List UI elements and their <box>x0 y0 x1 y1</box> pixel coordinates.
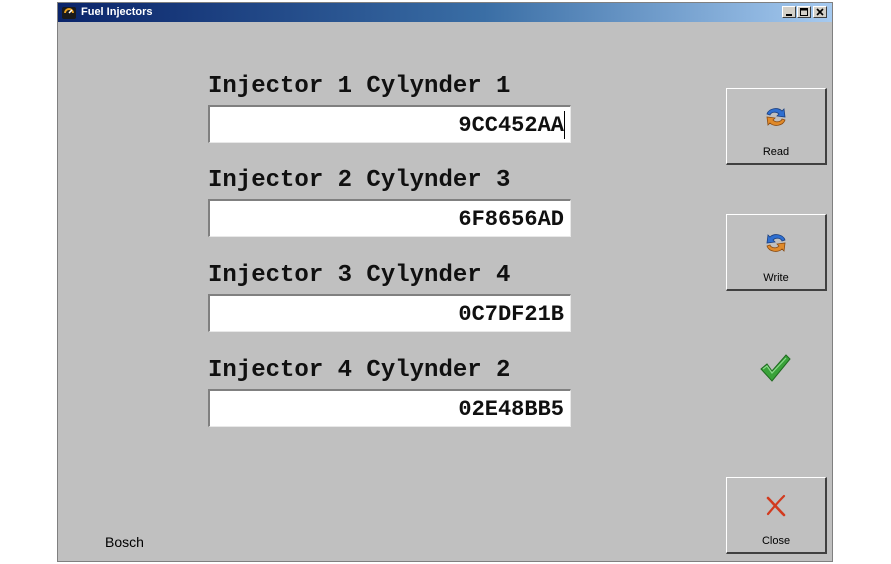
injector-4-label: Injector 4 Cylynder 2 <box>208 357 511 384</box>
fuel-injectors-window: Fuel Injectors Injector 1 Cylynder 1 9CC… <box>57 2 833 562</box>
text-caret <box>564 111 565 139</box>
manufacturer-label: Bosch <box>105 534 144 550</box>
app-logo-icon <box>62 6 76 19</box>
injector-3-label: Injector 3 Cylynder 4 <box>208 262 511 289</box>
close-icon <box>816 8 824 16</box>
maximize-icon <box>800 8 808 16</box>
read-button[interactable]: Read <box>726 88 827 165</box>
injector-3-code-field[interactable]: 0C7DF21B <box>208 294 571 332</box>
read-arrows-icon <box>762 103 790 131</box>
write-button[interactable]: Write <box>726 214 827 291</box>
injector-3-code: 0C7DF21B <box>458 302 564 327</box>
window-close-button[interactable] <box>813 6 827 18</box>
injector-2-code: 6F8656AD <box>458 207 564 232</box>
injector-2-label: Injector 2 Cylynder 3 <box>208 167 511 194</box>
injector-2-code-field[interactable]: 6F8656AD <box>208 199 571 237</box>
read-button-label: Read <box>762 146 790 158</box>
maximize-button[interactable] <box>797 6 811 18</box>
close-button[interactable]: Close <box>726 477 827 554</box>
red-x-icon <box>762 492 790 520</box>
title-bar[interactable]: Fuel Injectors <box>58 3 832 22</box>
minimize-icon <box>786 14 792 16</box>
injector-1-code-field[interactable]: 9CC452AA <box>208 105 571 143</box>
injector-4-code: 02E48BB5 <box>458 397 564 422</box>
write-button-label: Write <box>763 272 789 284</box>
injector-4-code-field[interactable]: 02E48BB5 <box>208 389 571 427</box>
window-title: Fuel Injectors <box>81 6 153 18</box>
write-arrows-icon <box>762 229 790 257</box>
injector-1-code: 9CC452AA <box>458 113 564 138</box>
close-button-label: Close <box>761 535 791 547</box>
injector-1-label: Injector 1 Cylynder 1 <box>208 73 511 100</box>
minimize-button[interactable] <box>782 6 796 18</box>
green-check-icon <box>758 351 792 385</box>
